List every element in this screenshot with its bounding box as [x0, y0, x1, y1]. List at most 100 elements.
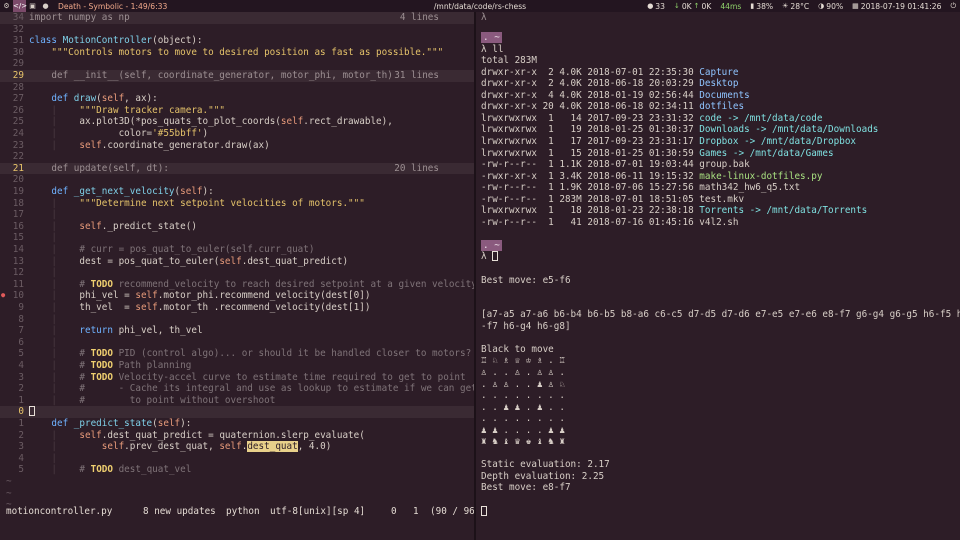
code-token: def [51, 93, 74, 105]
code-line[interactable]: 1 | # to point without overshoot [0, 395, 474, 407]
code-line[interactable]: 17 | [0, 209, 474, 221]
code-line[interactable]: 26 | """Draw tracker camera.""" [0, 105, 474, 117]
code-token: dest = pos_quat_to_euler( [62, 255, 220, 267]
code-line[interactable]: 3 | self.prev_dest_quat, self.dest_quat,… [0, 441, 474, 453]
statusline-updates: 8 new updates [143, 506, 216, 517]
clock[interactable]: ▦ 2018-07-19 01:41:26 [852, 2, 941, 11]
code-line[interactable]: 10 ● | phi_vel = self.motor_phi.recommend… [0, 290, 474, 302]
code-line[interactable]: 16 | self._predict_state() [0, 221, 474, 233]
code-line[interactable]: 0 [0, 406, 474, 418]
network-indicator[interactable]: ↓ 0K ↑ 0K [674, 2, 711, 11]
tilde-glyph: ~ [6, 487, 12, 499]
code-line[interactable]: 24 | color='#55bbff') [0, 128, 474, 140]
file-name: Capture [699, 66, 739, 78]
code-line[interactable]: 12 | [0, 267, 474, 279]
workspace-button[interactable]: ⚙ [0, 0, 13, 12]
code-line[interactable]: 11 | # TODO recommend_velocity to reach … [0, 279, 477, 291]
code-line[interactable]: 3 | # TODO Velocity-accel curve to estim… [0, 372, 474, 384]
code-token: # [79, 360, 91, 371]
empty-line-marker: ~ [0, 488, 474, 500]
terminal-line: . . . . . . . . [481, 390, 565, 402]
code-token: ._predict_state() [101, 220, 197, 232]
file-meta: -rw-r--r-- 1 1.9K 2018-07-06 15:27:56 [481, 182, 700, 194]
folded-code-line[interactable]: 29 def __init__(self, coordinate_generat… [0, 70, 474, 82]
code-line[interactable]: 25 | ax.plot3D(*pos_quats_to_plot_coords… [0, 116, 474, 128]
calendar-icon: ▦ [852, 2, 859, 10]
workspace-button[interactable]: </> [13, 0, 27, 12]
code-token: ) [325, 441, 332, 453]
code-line[interactable]: 23 | self.coordinate_generator.draw(ax) [0, 140, 474, 152]
code-line[interactable]: 2 | # - Cache its integral and use as lo… [0, 383, 476, 395]
line-number: 4 [18, 452, 24, 464]
file-meta: lrwxrwxrwx 1 17 2017-09-23 23:31:17 [481, 135, 700, 147]
terminal-line: lrwxrwxrwx 1 14 2017-09-23 23:31:32 code… [481, 113, 822, 125]
code-line[interactable]: 28 [0, 82, 474, 94]
code-line[interactable]: 19 def _get_next_velocity(self): [0, 186, 474, 198]
code-line[interactable]: 18 | """Determine next setpoint velociti… [0, 198, 474, 210]
terminal-line: Depth evaluation: 2.25 [481, 470, 605, 482]
code-token: | [29, 139, 63, 151]
upload-arrow-icon: ↑ [693, 2, 700, 10]
code-line[interactable]: 7 | return phi_vel, th_vel [0, 325, 474, 337]
code-line[interactable]: 13 | dest = pos_quat_to_euler(self.dest_… [0, 256, 474, 268]
code-line[interactable]: 31 class MotionController(object): [0, 35, 474, 47]
terminal-line: λ ll [481, 44, 503, 56]
thermometer-icon: ☀ [782, 2, 789, 10]
notification-indicator[interactable]: ● 33 [647, 2, 665, 11]
code-token: ]) [359, 290, 371, 302]
code-line[interactable]: 6 | [0, 337, 474, 349]
terminal-line: drwxr-xr-x 4 4.0K 2018-01-19 02:56:44 Do… [481, 90, 750, 102]
line-number: 7 [18, 325, 24, 337]
power-button[interactable]: ⏻ [950, 2, 956, 11]
lint-error-icon: ● [1, 291, 6, 300]
code-token: , ax): [124, 93, 158, 105]
code-line[interactable]: 5 | # TODO dest_quat_vel [0, 464, 474, 476]
code-token: | [29, 394, 63, 406]
code-line[interactable]: 22 [0, 151, 474, 163]
code-line[interactable]: 14 | # curr = pos_quat_to_euler(self.cur… [0, 244, 474, 256]
battery-indicator[interactable]: ▮ 38% [750, 2, 773, 11]
code-token: th_vel = [62, 302, 136, 313]
code-line[interactable]: 5 | # TODO PID (control algo)... or shou… [0, 348, 474, 360]
terminal-pane[interactable]: λ . ~ λ ll total 283M drwxr-xr-x 2 4.0K 201… [476, 12, 960, 540]
file-name: Documents [699, 89, 750, 101]
terminal-line: ♜ ♞ ♝ ♛ ♚ ♝ ♞ ♜ [481, 436, 565, 448]
code-text: | # TODO recommend_velocity to reach des… [29, 279, 476, 291]
folded-code-line[interactable]: 34 import numpy as np 4 lines [0, 12, 474, 24]
code-text: | # TODO dest_quat_vel [29, 464, 191, 476]
file-name: Games -> /mnt/data/Games [699, 147, 834, 159]
prompt-path-badge: . ~ [481, 239, 502, 251]
code-line[interactable]: 4 | [0, 453, 474, 465]
code-line[interactable]: 20 [0, 174, 474, 186]
code-line[interactable]: 2 | self.dest_quat_predict = quaternion.… [0, 430, 474, 442]
code-line[interactable]: 32 [0, 24, 474, 36]
vim-statusline: motioncontroller.py 8 new updates python ut… [0, 506, 480, 518]
brightness-indicator[interactable]: ◑ 90% [818, 2, 843, 11]
line-number: 3 [18, 371, 24, 383]
code-line[interactable]: 4 | # TODO Path planning [0, 360, 474, 372]
code-token: .dest_quat_predict = quaternion.slerp_ev… [101, 429, 365, 441]
code-token: , [297, 441, 309, 453]
workspace-button[interactable]: ● [39, 0, 52, 12]
file-name: Torrents -> /mnt/data/Torrents [699, 205, 868, 217]
code-line[interactable]: 8 | [0, 314, 474, 326]
code-token: dest_quat [247, 441, 298, 453]
code-token: .motor_phi.recommend_velocity(dest[ [157, 290, 354, 302]
code-line[interactable]: 9 | th_vel = self.motor_th .recommend_ve… [0, 302, 474, 314]
vim-editor-pane[interactable]: 34 import numpy as np 4 lines 32 31 class Mot… [0, 12, 480, 540]
now-playing-text[interactable]: Death - Symbolic - 1:49/6:33 [58, 2, 167, 11]
code-token: # [79, 371, 91, 383]
code-line[interactable]: 15 | [0, 232, 474, 244]
code-line[interactable]: 1 def _predict_state(self): [0, 418, 474, 430]
code-line[interactable]: 29 [0, 58, 474, 70]
line-number: 5 [18, 464, 24, 476]
folded-code-line[interactable]: 21 def update(self, dt): 20 lines [0, 162, 474, 175]
terminal-line: -rw-r--r-- 1 1.1K 2018-07-01 19:03:44 gr… [481, 159, 750, 171]
code-line[interactable]: 30 """Controls motors to move to desired… [0, 47, 474, 59]
code-line[interactable]: 27 def draw(self, ax): [0, 93, 474, 105]
code-token: | [29, 104, 63, 116]
code-token: | [29, 128, 63, 139]
workspace-button[interactable]: ▣ [26, 0, 39, 12]
